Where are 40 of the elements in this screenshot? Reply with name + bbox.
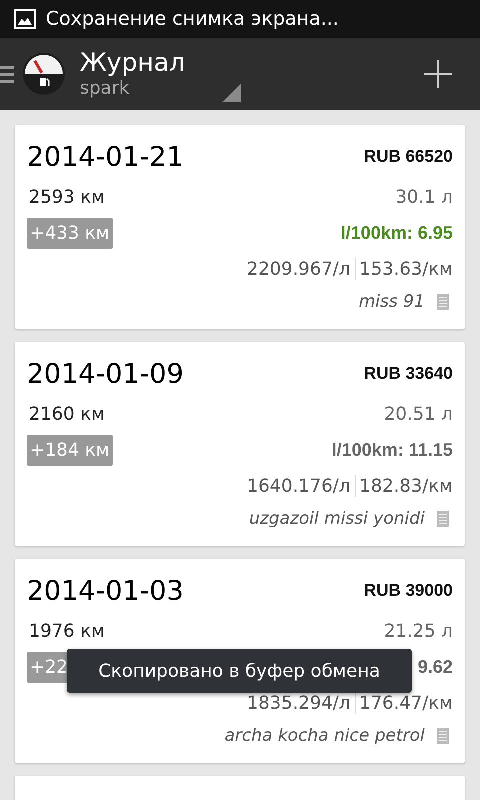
fuel-volume: 30.1 л bbox=[396, 186, 453, 208]
odometer-reading: 1976 км bbox=[28, 620, 105, 642]
note-icon bbox=[437, 511, 449, 527]
vehicle-selector[interactable]: spark bbox=[80, 78, 186, 100]
fuel-volume: 20.51 л bbox=[384, 404, 453, 424]
entry-date: 2014-01-03 bbox=[27, 576, 184, 606]
entry-date: 2014-01-09 bbox=[27, 358, 184, 390]
distance-badge: +184 км bbox=[27, 434, 113, 466]
image-icon bbox=[14, 9, 36, 29]
entry-date: 2014-01-21 bbox=[27, 142, 184, 172]
entry-note: miss 91 bbox=[358, 292, 425, 312]
price-per-liter: 1835.294/л bbox=[247, 692, 350, 714]
dropdown-icon[interactable] bbox=[223, 84, 242, 102]
entry-cost: RUB 66520 bbox=[364, 147, 453, 167]
menu-icon[interactable] bbox=[0, 64, 14, 84]
price-per-km: 153.63/км bbox=[360, 258, 453, 280]
entry-note: uzgazoil missi yonidi bbox=[249, 509, 425, 529]
price-per-km: 176.47/км bbox=[360, 692, 453, 714]
price-per-km: 182.83/км bbox=[360, 476, 453, 496]
fuel-entry-card[interactable]: 2014-01-09 RUB 33640 2160 км 20.51 л +184 км l/100km: 11.15 1640.176/л 182.83/км uzgazoil missi yonidi bbox=[15, 342, 465, 546]
fuel-entry-card[interactable]: 2014-01-21 RUB 66520 2593 км 30.1 л +433 км l/100km: 6.95 2209.967/л 153.63/км miss 91 bbox=[15, 125, 465, 329]
fuel-gauge-icon[interactable] bbox=[22, 52, 66, 96]
fuel-efficiency: l/100km: 6.95 bbox=[340, 222, 453, 244]
price-per-liter: 2209.967/л bbox=[247, 258, 350, 280]
odometer-reading: 2160 км bbox=[28, 404, 105, 424]
entry-cost: RUB 33640 bbox=[364, 364, 453, 384]
fuel-efficiency: l/100km: 11.15 bbox=[332, 440, 453, 460]
note-icon bbox=[437, 294, 449, 310]
distance-badge: +433 км bbox=[27, 218, 113, 248]
toast-message: Скопировано в буфер обмена bbox=[67, 649, 412, 693]
fuel-volume: 21.25 л bbox=[384, 620, 453, 642]
entry-note: archa kocha nice petrol bbox=[224, 726, 425, 746]
add-icon[interactable] bbox=[424, 60, 452, 88]
odometer-reading: 2593 км bbox=[28, 186, 105, 208]
notification-text: Сохранение снимка экрана... bbox=[46, 8, 339, 30]
note-icon bbox=[437, 728, 449, 744]
fuel-efficiency: 9.62 bbox=[418, 656, 453, 678]
screen-title: Журнал bbox=[80, 48, 186, 78]
entry-cost: RUB 39000 bbox=[364, 581, 453, 601]
price-per-liter: 1640.176/л bbox=[247, 476, 350, 496]
